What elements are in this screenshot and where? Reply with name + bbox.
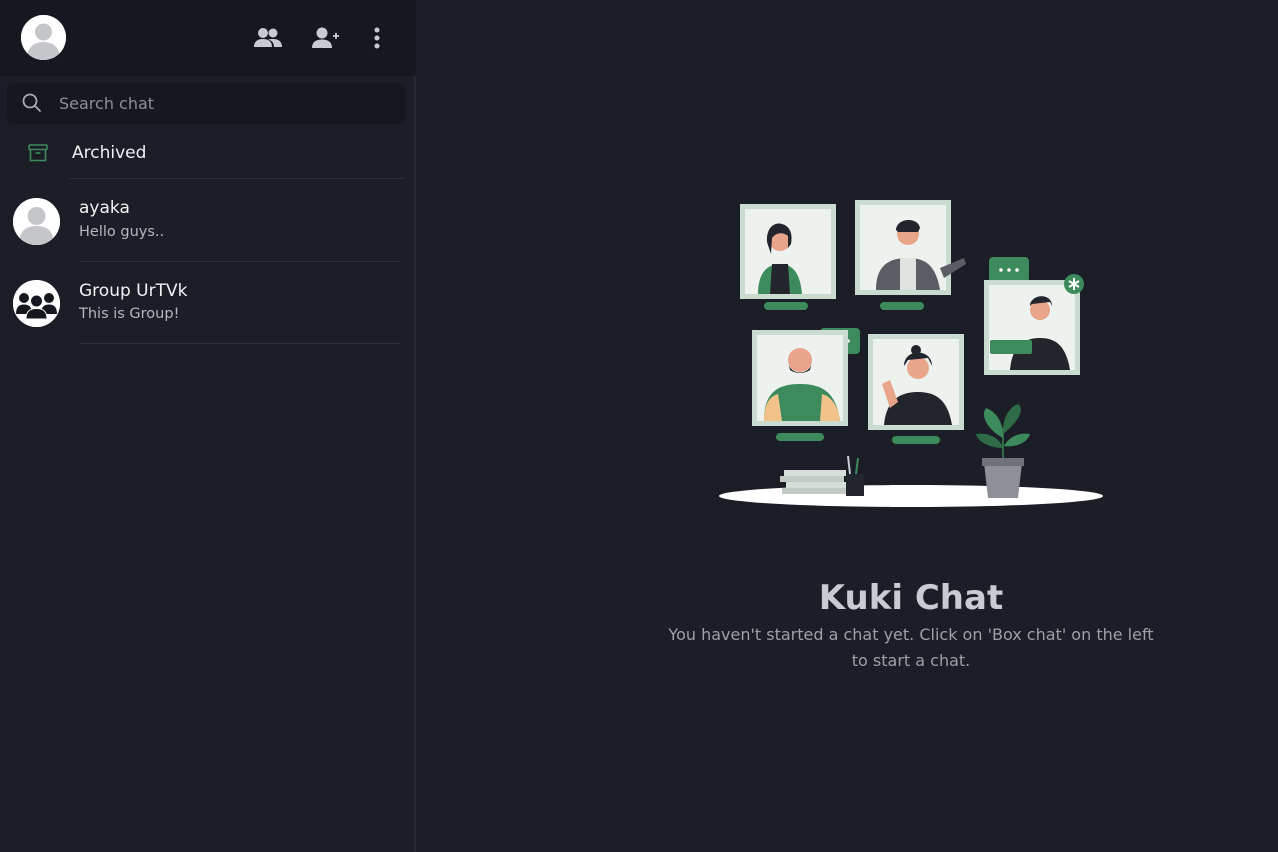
divider [79, 343, 401, 344]
empty-state-subtitle: You haven't started a chat yet. Click on… [668, 625, 1154, 670]
user-avatar-icon [21, 15, 66, 60]
group-avatar-icon [13, 280, 60, 327]
archive-icon [28, 144, 48, 162]
search-bar [7, 83, 406, 124]
my-avatar[interactable] [21, 15, 66, 60]
chat-preview: This is Group! [79, 306, 180, 322]
add-user-icon [312, 27, 339, 48]
archived-row[interactable]: Archived [0, 130, 416, 178]
chat-item-ayaka[interactable]: ayaka Hello guys.. [0, 180, 416, 262]
user-avatar-icon [13, 198, 60, 245]
add-user-button[interactable] [310, 22, 342, 54]
app: Archived ayaka Hello guys.. [0, 0, 1278, 852]
divider [70, 178, 404, 179]
chat-item-group[interactable]: Group UrTVk This is Group! [0, 262, 416, 344]
sidebar: Archived ayaka Hello guys.. [0, 0, 416, 852]
more-options-button[interactable] [361, 22, 393, 54]
avatar [13, 280, 60, 327]
empty-state-title: Kuki Chat [818, 578, 1004, 618]
groups-icon [254, 28, 282, 47]
archived-label: Archived [72, 143, 147, 163]
search-input[interactable] [59, 83, 389, 124]
chat-name: Group UrTVk [79, 281, 188, 301]
main-panel: Kuki Chat You haven't started a chat yet… [418, 0, 1278, 852]
avatar [13, 198, 60, 245]
sidebar-header [0, 0, 416, 76]
more-vertical-icon [374, 27, 380, 49]
chat-name: ayaka [79, 198, 130, 218]
chat-preview: Hello guys.. [79, 224, 165, 240]
search-icon [22, 93, 41, 112]
video-chat-illustration [719, 200, 1103, 507]
groups-button[interactable] [252, 22, 284, 54]
